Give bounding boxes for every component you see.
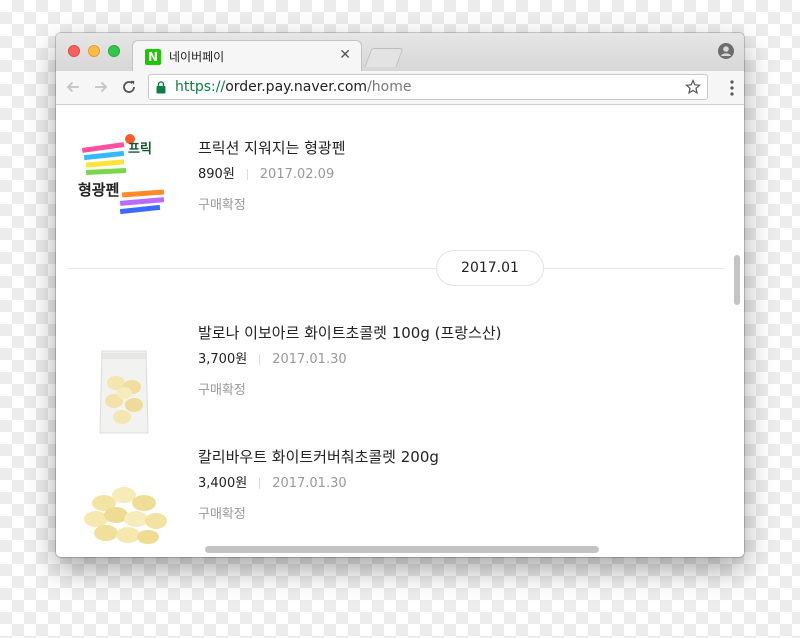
arrow-right-icon[interactable]: [92, 78, 110, 96]
order-item-price: 890원: [198, 167, 235, 182]
close-window-button[interactable]: [68, 45, 80, 57]
pen-logo-text: 형광펜: [78, 181, 119, 199]
minimize-window-button[interactable]: [88, 45, 100, 57]
meta-divider: [246, 169, 248, 180]
chocolate-bag-image[interactable]: [74, 341, 174, 441]
tab-close-icon[interactable]: ✕: [339, 47, 351, 63]
url-text[interactable]: https://order.pay.naver.com/home: [175, 79, 411, 95]
meta-divider: [259, 478, 261, 489]
order-item-title[interactable]: 발로나 이보아르 화이트초콜렛 100g (프랑스산): [198, 322, 502, 343]
order-item-price: 3,400원: [198, 476, 248, 491]
horizontal-scrollbar[interactable]: [205, 546, 599, 553]
url-scheme: https://: [175, 79, 226, 95]
order-item-meta: 3,400원 2017.01.30: [198, 472, 347, 491]
order-item-status: 구매확정: [198, 383, 246, 398]
tab-title: 네이버페이: [169, 50, 225, 64]
address-bar[interactable]: https://order.pay.naver.com/home: [148, 74, 708, 100]
order-item-date: 2017.01.30: [272, 352, 347, 367]
naver-favicon-icon: N: [145, 49, 161, 65]
url-path: /home: [367, 79, 412, 95]
order-item-status: 구매확정: [198, 198, 246, 213]
arrow-left-icon[interactable]: [64, 78, 82, 96]
meta-divider: [259, 354, 261, 365]
tab-naver-pay[interactable]: N 네이버페이 ✕: [132, 40, 362, 71]
order-item-price: 3,700원: [198, 352, 248, 367]
zoom-window-button[interactable]: [108, 45, 120, 57]
more-vert-icon[interactable]: [730, 79, 734, 97]
highlighter-pen-image[interactable]: 프릭 형광펜: [74, 123, 174, 223]
lock-icon: [156, 81, 166, 94]
month-divider-badge: 2017.01: [436, 250, 544, 286]
chocolate-callets-image[interactable]: [74, 463, 174, 557]
order-item-meta: 890원 2017.02.09: [198, 163, 334, 182]
order-item-status: 구매확정: [198, 507, 246, 522]
browser-window: N 네이버페이 ✕ https://order.pay.naver.com/ho…: [56, 33, 744, 557]
section-divider: [68, 268, 724, 269]
page-content: 프릭 형광펜 프릭션 지워지는 형광펜 890원 2017.02.09 구매확정 …: [56, 105, 744, 557]
reload-icon[interactable]: [120, 78, 138, 96]
order-item-date: 2017.02.09: [259, 167, 335, 182]
order-item-date: 2017.01.30: [272, 476, 347, 491]
svg-text:프릭: 프릭: [128, 142, 152, 157]
vertical-scrollbar[interactable]: [734, 255, 740, 305]
url-host: order.pay.naver.com: [225, 79, 368, 95]
order-item-meta: 3,700원 2017.01.30: [198, 348, 347, 367]
order-item-title[interactable]: 칼리바우트 화이트커버춰초콜렛 200g: [198, 446, 439, 467]
star-icon[interactable]: [685, 79, 701, 95]
browser-toolbar: https://order.pay.naver.com/home: [56, 71, 744, 105]
tab-bar: N 네이버페이 ✕: [56, 33, 744, 71]
order-item-title[interactable]: 프릭션 지워지는 형광펜: [198, 137, 346, 158]
profile-icon[interactable]: [718, 43, 734, 59]
new-tab-button[interactable]: [364, 48, 404, 67]
